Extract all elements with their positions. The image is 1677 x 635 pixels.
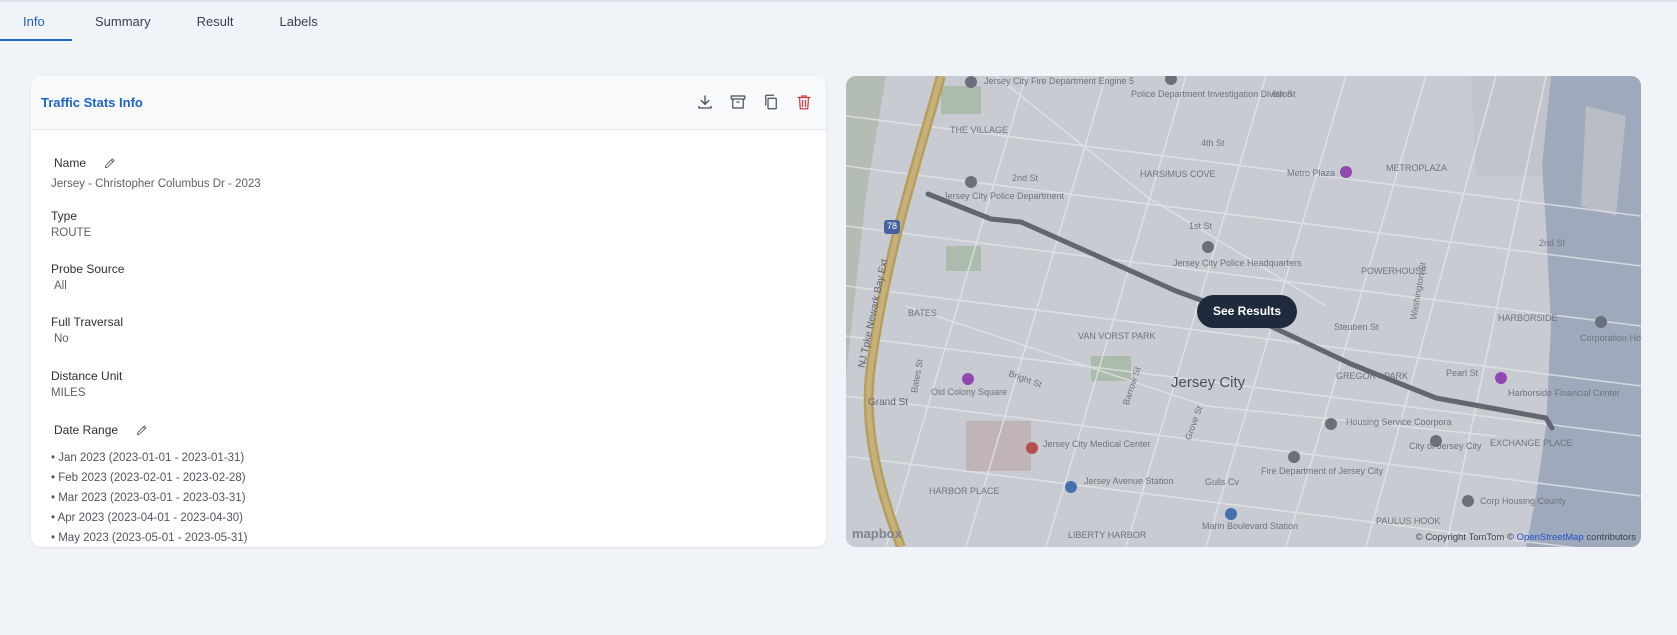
map-label: Corp Housing County [1480,496,1567,506]
type-value: ROUTE [51,227,92,239]
date-range-list: • Jan 2023 (2023-01-01 - 2023-01-31) • F… [51,448,247,547]
map-label: Jersey City Medical Center [1043,439,1151,449]
field-name: Name [54,156,117,170]
map-label: 2nd St [1012,173,1039,183]
map-label: Police Department Investigation Division [1131,89,1293,99]
map-label: VAN VORST PARK [1078,331,1156,341]
map-label: Jersey City Police Department [943,191,1065,201]
probe-source-value: All [54,280,67,292]
see-results-button[interactable]: See Results [1197,295,1298,328]
map-label: LIBERTY HARBOR [1068,530,1147,540]
card-header: Traffic Stats Info [31,76,826,130]
tab-info[interactable]: Info [0,2,72,41]
edit-date-range-icon[interactable] [135,423,149,437]
name-label: Name [54,156,87,170]
map-label: Marin Boulevard Station [1202,521,1299,531]
download-button[interactable] [695,92,715,112]
map-label: BATES [908,308,937,318]
map-label: Old Colony Square [931,387,1008,397]
map-label: 4th St [1201,138,1225,148]
map-label: THE VILLAGE [950,125,1009,135]
map-label: Jersey City Fire Department Engine 5 [984,76,1135,86]
name-value: Jersey - Christopher Columbus Dr - 2023 [51,178,261,190]
info-card: Traffic Stats Info Name Jersey - Christo… [31,76,826,547]
map-label: Pearl St [1446,368,1479,378]
delete-button[interactable] [794,92,814,112]
map-label: Steuben St [1334,322,1379,332]
field-type: Type ROUTE [51,209,91,239]
map-label: 6th St [1272,89,1296,99]
map-label: GREGORY PARK [1336,371,1409,381]
field-distance-unit: Distance Unit MILES [51,369,122,399]
map-label: Corporation Housing W [1580,333,1641,343]
date-range-item: • Jan 2023 (2023-01-01 - 2023-01-31) [51,452,245,464]
tab-labels[interactable]: Labels [256,2,340,41]
copy-button[interactable] [761,92,781,112]
trash-icon [797,95,811,110]
attribution-suffix: contributors [1586,532,1636,543]
archive-button[interactable] [728,92,748,112]
map-label: Gulls Cv [1205,477,1240,487]
date-range-item: • Feb 2023 (2023-02-01 - 2023-02-28) [51,472,246,484]
date-range-item: • Apr 2023 (2023-04-01 - 2023-04-30) [51,512,243,524]
full-traversal-label: Full Traversal [51,315,124,329]
map-label: Jersey City [1171,374,1246,391]
map-attribution: © Copyright TomTom © OpenStreetMap contr… [1416,532,1636,543]
map-label: METROPLAZA [1386,163,1448,173]
type-label: Type [51,209,78,223]
field-date-range: Date Range [54,423,149,437]
tab-bar: Info Summary Result Labels [0,2,341,42]
copy-icon [765,94,777,110]
openstreetmap-link[interactable]: OpenStreetMap [1517,532,1584,543]
map-label: HARSIMUS COVE [1140,169,1216,179]
full-traversal-value: No [54,333,69,345]
map-label: Housing Service Coorpora [1346,417,1452,427]
distance-unit-value: MILES [51,387,86,399]
route-map[interactable]: Jersey City Fire Department Engine 5 Pol… [846,76,1641,547]
map-label: Jersey Avenue Station [1084,476,1174,486]
tab-result[interactable]: Result [174,2,257,41]
map-label: 1st St [1189,221,1213,231]
date-range-item: • May 2023 (2023-05-01 - 2023-05-31) [51,532,248,544]
mapbox-logo[interactable]: mapbox [852,526,902,541]
map-label: HARBORSIDE [1498,313,1558,323]
map-label: Harborside Financial Center [1508,388,1621,398]
card-title: Traffic Stats Info [41,95,143,110]
map-label: HARBOR PLACE [929,486,1000,496]
date-range-label: Date Range [54,423,119,437]
field-probe-source: Probe Source All [51,262,124,292]
map-label: Jersey City Police Headquarters [1173,258,1302,268]
map-label: 2nd St [1539,238,1566,248]
archive-icon [730,95,746,109]
map-label: Metro Plaza [1287,168,1336,178]
map-label: Grand St [868,397,909,408]
date-range-item: • Mar 2023 (2023-03-01 - 2023-03-31) [51,492,246,504]
probe-source-label: Probe Source [51,262,125,276]
map-label: EXCHANGE PLACE [1490,438,1573,448]
map-label: Fire Department of Jersey City [1261,466,1384,476]
download-icon [698,95,712,109]
card-actions [695,92,814,112]
distance-unit-label: Distance Unit [51,369,123,383]
field-full-traversal: Full Traversal No [51,315,123,345]
attribution-prefix: © Copyright TomTom © [1415,532,1514,543]
tab-summary[interactable]: Summary [72,2,174,41]
map-label: City of Jersey City [1409,441,1482,451]
edit-name-icon[interactable] [103,156,117,170]
map-label: PAULUS HOOK [1376,516,1441,526]
map-label: 78 [887,221,898,231]
